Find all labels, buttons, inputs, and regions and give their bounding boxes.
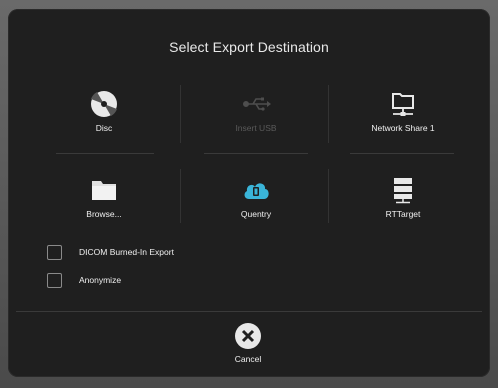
cloud-icon — [244, 183, 269, 199]
disc-icon — [91, 91, 117, 117]
dialog-title: Select Export Destination — [169, 39, 329, 55]
rttarget-label: RTTarget — [385, 209, 421, 219]
anonymize-checkbox[interactable] — [47, 273, 62, 288]
rttarget-button[interactable]: RTTarget — [333, 175, 473, 245]
close-circle-icon — [235, 323, 261, 349]
network-share-icon — [392, 93, 414, 116]
divider — [16, 311, 482, 312]
browse-button[interactable]: Browse... — [34, 175, 174, 245]
export-dialog: Select Export Destination Disc Insert US… — [8, 9, 490, 377]
dicom-burned-in-label: DICOM Burned-In Export — [79, 247, 174, 257]
divider — [56, 153, 154, 154]
server-icon — [394, 178, 412, 204]
disc-label: Disc — [95, 123, 113, 133]
dicom-burned-in-checkbox[interactable] — [47, 245, 62, 260]
divider — [180, 169, 181, 223]
quentry-button[interactable]: Quentry — [186, 175, 326, 245]
divider — [328, 169, 329, 223]
network-share-label: Network Share 1 — [371, 123, 435, 133]
browse-label: Browse... — [86, 209, 122, 219]
divider — [204, 153, 308, 154]
divider — [328, 85, 329, 143]
insert-usb-label: Insert USB — [235, 123, 277, 133]
insert-usb-button[interactable]: Insert USB — [186, 89, 326, 159]
usb-icon — [242, 97, 271, 111]
divider — [350, 153, 454, 154]
cancel-label: Cancel — [234, 354, 262, 364]
cancel-button[interactable]: Cancel — [218, 319, 278, 369]
folder-icon — [92, 181, 116, 200]
anonymize-label: Anonymize — [79, 275, 122, 285]
disc-button[interactable]: Disc — [34, 89, 174, 159]
network-share-button[interactable]: Network Share 1 — [333, 89, 473, 159]
divider — [180, 85, 181, 143]
quentry-label: Quentry — [240, 209, 272, 219]
